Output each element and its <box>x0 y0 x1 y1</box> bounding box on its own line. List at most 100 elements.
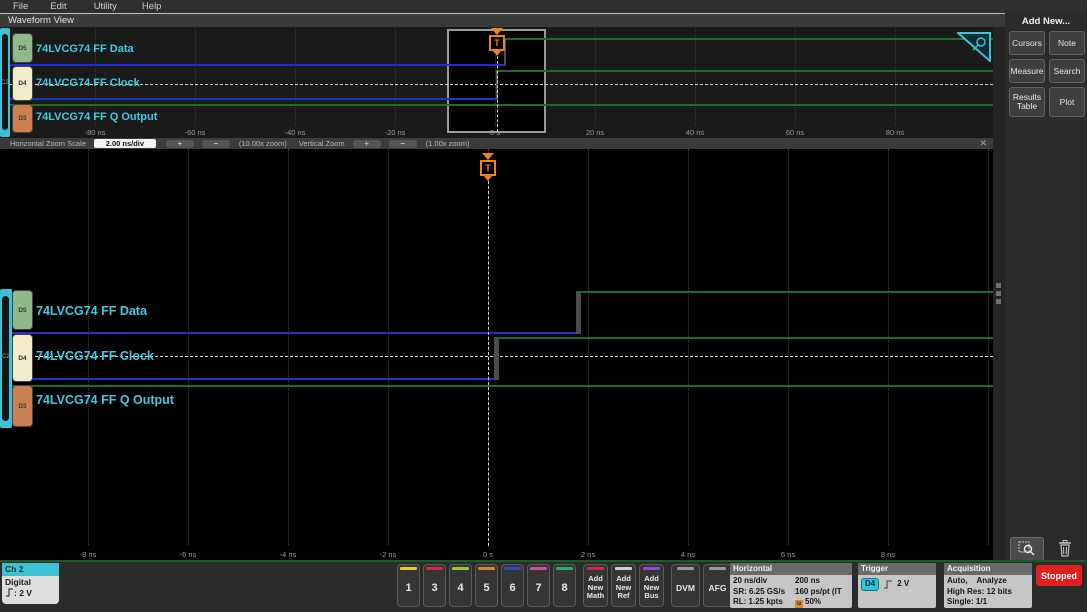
results-table-button[interactable]: Results Table <box>1009 87 1045 117</box>
main-waveform-plot[interactable]: T C2 D5 D4 D3 74LVCG74 FF Data 74LVCG74 … <box>0 149 993 560</box>
overview-waveform-plot[interactable]: T C2 D5 D4 D3 74LVCG74 FF Data 74LVCG74 … <box>0 27 993 138</box>
ch2-threshold: : 2 V <box>5 588 56 599</box>
splitter-dot <box>996 283 1001 288</box>
d4-clock-high <box>494 337 993 339</box>
h-zoom-scale-value[interactable]: 2.00 ns/div <box>93 139 156 148</box>
menu-help[interactable]: Help <box>142 1 162 12</box>
d4-clock-threshold <box>10 356 993 357</box>
search-button[interactable]: Search <box>1049 59 1085 83</box>
note-button[interactable]: Note <box>1049 31 1085 55</box>
zoom-scale-bar: Horizontal Zoom Scale 2.00 ns/div + − (1… <box>0 138 993 149</box>
trash-button[interactable] <box>1053 537 1077 559</box>
trigger-marker-zoom[interactable]: T <box>480 153 496 546</box>
zoom-corner-icon[interactable] <box>957 32 991 62</box>
gridline <box>288 149 289 545</box>
trigger-arrow-icon <box>491 28 503 35</box>
zoom-tool-button[interactable] <box>1010 537 1044 561</box>
stopped-button[interactable]: Stopped <box>1036 565 1082 586</box>
gridline <box>795 27 796 126</box>
trigger-position-line <box>496 56 498 132</box>
axis-tick: 0 s <box>482 550 494 559</box>
channel-label-clock[interactable]: 74LVCG74 FF Clock <box>36 349 154 363</box>
trigger-marker[interactable]: T <box>489 28 505 132</box>
zoom-close-icon[interactable]: ✕ <box>979 138 987 149</box>
add-new-math-button[interactable]: Add New Math <box>583 564 608 607</box>
menu-edit[interactable]: Edit <box>50 1 66 12</box>
add-new-ref-button[interactable]: Add New Ref <box>611 564 636 607</box>
d4-clock-low <box>10 378 494 380</box>
afg-button[interactable]: AFG <box>703 564 732 607</box>
measure-button[interactable]: Measure <box>1009 59 1045 83</box>
axis-tick: 4 ns <box>680 550 696 559</box>
plot-button[interactable]: Plot <box>1049 87 1085 117</box>
gridline <box>295 27 296 126</box>
axis-tick: 40 ns <box>685 128 705 137</box>
d4-clock-high <box>495 70 993 72</box>
channel-1-button[interactable]: 1 <box>397 564 420 607</box>
axis-tick: -80 ns <box>84 128 106 137</box>
v-zoom-label: Vertical Zoom <box>298 139 345 148</box>
trigger-t-icon: T <box>489 35 505 51</box>
horizontal-panel[interactable]: Horizontal 20 ns/div 200 ns SR: 6.25 GS/… <box>730 563 852 608</box>
badge-d5[interactable]: D5 <box>12 33 33 63</box>
axis-tick: -20 ns <box>384 128 406 137</box>
trigger-panel[interactable]: Trigger D4 2 V <box>858 563 936 608</box>
channel-label-clock[interactable]: 74LVCG74 FF Clock <box>36 77 140 89</box>
v-zoom-plus-button[interactable]: + <box>352 139 381 148</box>
menu-utility[interactable]: Utility <box>94 1 117 12</box>
channel-buttons: 1 3 4 5 6 7 8 <box>397 564 576 607</box>
axis-tick: -60 ns <box>184 128 206 137</box>
badge-d4[interactable]: D4 <box>12 66 33 101</box>
gridline <box>588 149 589 545</box>
axis-tick: 2 ns <box>580 550 596 559</box>
badge-d4[interactable]: D4 <box>12 334 33 382</box>
panel-splitter[interactable] <box>993 27 1005 560</box>
button-label: 8 <box>561 582 568 594</box>
channel-label-q-output[interactable]: 74LVCG74 FF Q Output <box>36 393 174 407</box>
channel-label-q-output[interactable]: 74LVCG74 FF Q Output <box>36 111 157 123</box>
badge-d3[interactable]: D3 <box>12 385 33 427</box>
channel-3-button[interactable]: 3 <box>423 564 446 607</box>
button-label: 6 <box>509 582 516 594</box>
view-tab-bar: Waveform View <box>0 13 1087 27</box>
d3-q-high <box>10 385 993 387</box>
button-label: 3 <box>431 582 438 594</box>
channel-2-badge[interactable]: Ch 2 Digital : 2 V <box>2 563 59 604</box>
group-label: C2 <box>2 354 10 360</box>
badge-d5[interactable]: D5 <box>12 290 33 330</box>
sidebar: Add New... Cursors Note Measure Search R… <box>1005 13 1087 562</box>
gridline <box>195 27 196 126</box>
gridline <box>88 149 89 545</box>
channel-4-button[interactable]: 4 <box>449 564 472 607</box>
h-zoom-factor: (10.00x zoom) <box>238 139 287 148</box>
h-zoom-plus-button[interactable]: + <box>165 139 194 148</box>
trash-icon <box>1059 539 1071 557</box>
gridline <box>988 149 989 545</box>
dvm-button[interactable]: DVM <box>671 564 700 607</box>
acquisition-panel[interactable]: Acquisition Auto, Analyze High Res: 12 b… <box>944 563 1032 608</box>
tab-waveform-view[interactable]: Waveform View <box>0 15 74 26</box>
channel-6-button[interactable]: 6 <box>501 564 524 607</box>
menu-file[interactable]: File <box>13 1 28 12</box>
d5-data-high <box>503 38 993 40</box>
button-label: AFG <box>708 583 727 593</box>
v-zoom-factor: (1.00x zoom) <box>425 139 470 148</box>
channel-label-data[interactable]: 74LVCG74 FF Data <box>36 43 134 55</box>
channel-label-data[interactable]: 74LVCG74 FF Data <box>36 304 147 318</box>
badge-d3[interactable]: D3 <box>12 104 33 133</box>
add-new-bus-button[interactable]: Add New Bus <box>639 564 664 607</box>
acq-resolution: High Res: 12 bits <box>947 586 1012 596</box>
v-zoom-minus-button[interactable]: − <box>388 139 417 148</box>
channel-8-button[interactable]: 8 <box>553 564 576 607</box>
cursors-button[interactable]: Cursors <box>1009 31 1045 55</box>
channel-7-button[interactable]: 7 <box>527 564 550 607</box>
trigger-position-icon: u <box>795 600 803 608</box>
trigger-level: 2 V <box>897 579 910 588</box>
axis-tick: 6 ns <box>780 550 796 559</box>
h-zoom-minus-button[interactable]: − <box>201 139 230 148</box>
trigger-title: Trigger <box>858 563 936 575</box>
button-label: 5 <box>483 582 490 594</box>
channel-5-button[interactable]: 5 <box>475 564 498 607</box>
h-scale: 20 ns/div <box>733 576 768 585</box>
gridline <box>788 149 789 545</box>
